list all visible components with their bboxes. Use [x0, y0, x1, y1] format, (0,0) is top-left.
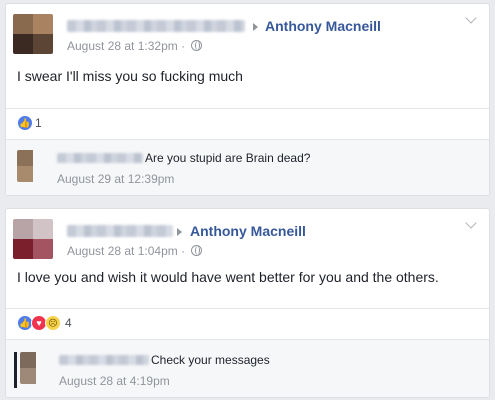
comment-avatar[interactable]: [20, 352, 52, 384]
reactions-summary[interactable]: 👍 ♥ ☹ 4: [17, 314, 72, 332]
globe-icon[interactable]: [191, 245, 203, 256]
post-card: Anthony Macneill August 28 at 1:04pm · I…: [5, 208, 490, 398]
reactions-summary[interactable]: 👍 1: [17, 114, 42, 132]
sad-reaction-icon: ☹: [45, 315, 61, 331]
shared-to-arrow-icon: [253, 23, 258, 31]
comment-area: Are you stupid are Brain dead? August 29…: [6, 139, 489, 195]
sender-name-blurred: [67, 20, 245, 32]
like-reaction-icon: 👍: [17, 115, 33, 131]
reaction-count: 4: [65, 316, 72, 330]
comment-avatar[interactable]: [17, 150, 49, 182]
sender-name-blurred: [67, 225, 173, 237]
post-timestamp[interactable]: August 28 at 1:04pm: [67, 244, 178, 258]
comment-timestamp[interactable]: August 29 at 12:39pm: [57, 172, 174, 186]
comment-area: Check your messages August 28 at 4:19pm: [6, 339, 489, 397]
post-meta: August 28 at 1:04pm ·: [67, 244, 203, 258]
shared-to-arrow-icon: [177, 228, 182, 236]
author-link[interactable]: Anthony Macneill: [265, 18, 381, 34]
post-options-chevron-icon[interactable]: [465, 217, 477, 229]
author-link[interactable]: Anthony Macneill: [190, 223, 306, 239]
avatar[interactable]: [13, 219, 53, 259]
comment-timestamp[interactable]: August 28 at 4:19pm: [59, 374, 170, 388]
globe-icon[interactable]: [191, 40, 203, 51]
post-text: I swear I'll miss you so fucking much: [17, 68, 243, 84]
post-card: Anthony Macneill August 28 at 1:32pm · I…: [5, 3, 490, 196]
reaction-count: 1: [35, 116, 42, 130]
post-timestamp[interactable]: August 28 at 1:32pm: [67, 39, 178, 53]
divider: [6, 308, 489, 309]
comment-text: Are you stupid are Brain dead?: [145, 151, 311, 165]
post-meta: August 28 at 1:32pm ·: [67, 39, 203, 53]
commenter-name-blurred: [57, 153, 143, 163]
comment-indicator-bar: [14, 352, 17, 388]
divider: [6, 108, 489, 109]
comment-text: Check your messages: [151, 353, 270, 367]
commenter-name-blurred: [59, 355, 149, 365]
post-text: I love you and wish it would have went b…: [17, 269, 439, 285]
post-options-chevron-icon[interactable]: [465, 12, 477, 24]
avatar[interactable]: [13, 14, 53, 54]
